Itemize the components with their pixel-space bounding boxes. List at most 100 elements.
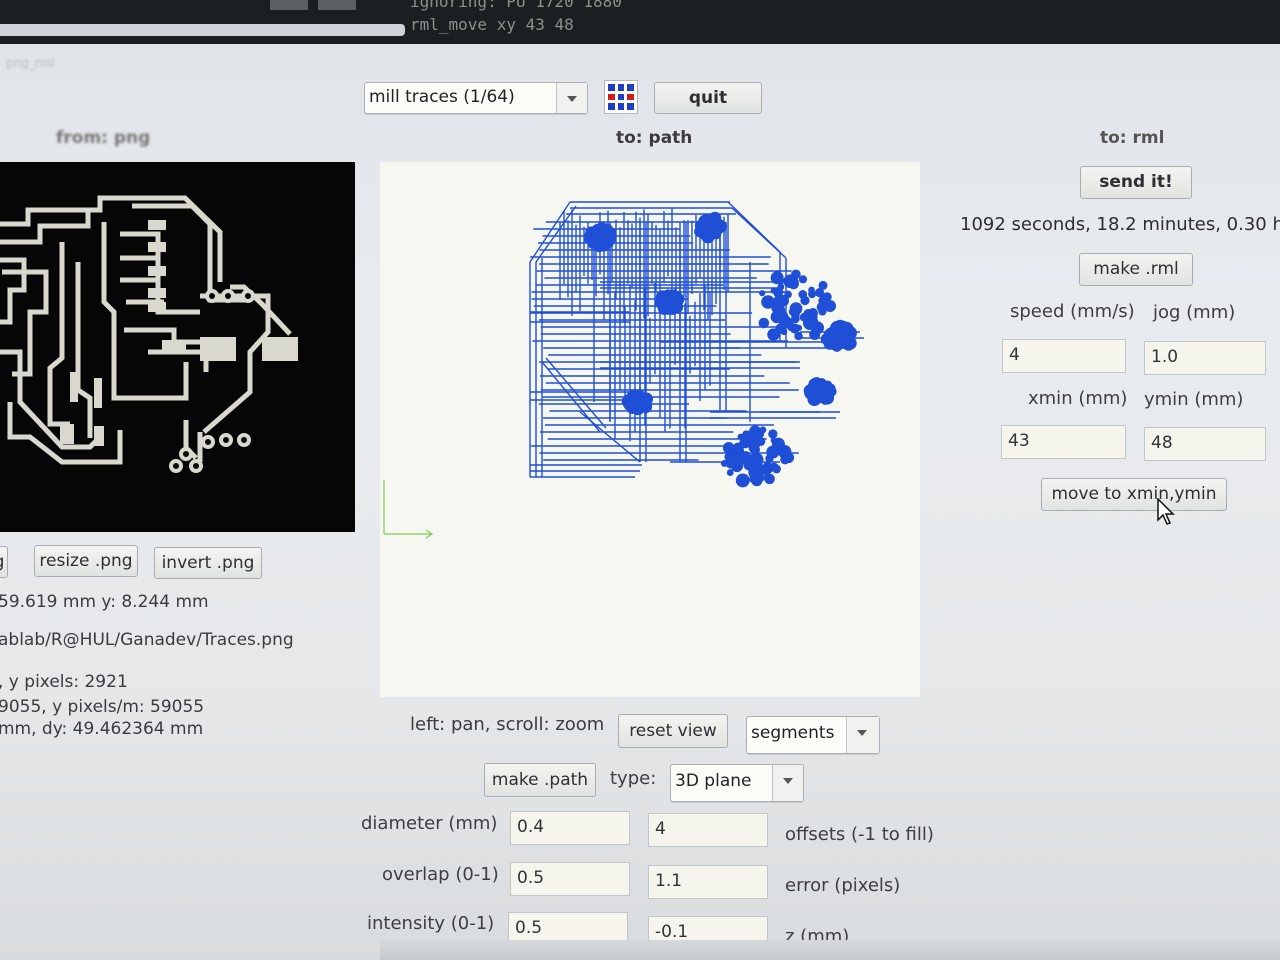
png-size-info: 59.619 mm y: 8.244 mm bbox=[0, 592, 209, 612]
move-to-xmin-ymin-button[interactable]: move to xmin,ymin bbox=[1041, 478, 1227, 511]
toolpath-preview[interactable] bbox=[380, 162, 920, 697]
toolpath-fill-dot bbox=[726, 469, 734, 476]
toolpath-fill-dot bbox=[752, 452, 761, 461]
toolpath-fill-dot bbox=[606, 234, 616, 243]
toolpath-segment bbox=[731, 207, 787, 259]
overlap-field[interactable]: 0.5 bbox=[510, 862, 630, 896]
chevron-down-icon[interactable] bbox=[772, 765, 803, 801]
offsets-field[interactable]: 4 bbox=[648, 813, 768, 847]
toolpath-fill-dot bbox=[772, 464, 781, 474]
png-delta-info: mm, dy: 49.462364 mm bbox=[0, 719, 204, 739]
invert-png-button[interactable]: invert .png bbox=[154, 547, 262, 579]
toolpath-fill-dot bbox=[766, 445, 780, 459]
type-select[interactable]: 3D plane bbox=[670, 764, 804, 802]
pcb-traces-image bbox=[0, 195, 298, 473]
window-title: png_rml bbox=[6, 56, 55, 70]
toolpath-fill-dot bbox=[808, 316, 815, 324]
terminal-strip: ignoring: PU 1720 1880 rml_move xy 43 48 bbox=[0, 0, 1280, 44]
error-label: error (pixels) bbox=[785, 875, 901, 896]
terminal-tab[interactable] bbox=[318, 0, 356, 10]
time-estimate: 1092 seconds, 18.2 minutes, 0.30 ho bbox=[960, 214, 1280, 235]
toolpath-fill-dot bbox=[780, 328, 788, 336]
toolpath-fill-dot bbox=[808, 290, 817, 299]
toolpath-fill-dot bbox=[773, 294, 785, 306]
resize-png-button[interactable]: resize .png bbox=[34, 545, 138, 577]
toolpath-fill-dot bbox=[819, 295, 827, 303]
type-label: type: bbox=[610, 768, 657, 789]
png-resolution-info: 9055, y pixels/m: 59055 bbox=[0, 697, 205, 717]
toolpath-fill-dot bbox=[791, 314, 800, 324]
error-field[interactable]: 1.1 bbox=[648, 865, 768, 899]
jog-field[interactable]: 1.0 bbox=[1144, 341, 1266, 375]
toolpath-fill-dot bbox=[740, 451, 751, 462]
toolpath-fill-dot bbox=[755, 460, 763, 468]
png-file-path: ablab/R@HUL/Ganadev/Traces.png bbox=[0, 630, 294, 650]
terminal-tab[interactable] bbox=[270, 0, 308, 10]
toolpath-fill-dot bbox=[782, 447, 791, 456]
toolpath-fill-dot bbox=[741, 433, 749, 441]
process-mode-value: mill traces (1/64) bbox=[369, 87, 515, 107]
toolpath-segment bbox=[535, 205, 577, 263]
from-heading: from: png bbox=[56, 128, 151, 148]
toolpath-fill-dot bbox=[759, 426, 767, 434]
toolpath-fill-dot bbox=[819, 384, 832, 397]
make-rml-button[interactable]: make .rml bbox=[1079, 253, 1193, 286]
bottom-bar bbox=[380, 940, 1280, 960]
toolpath-fill-dot bbox=[758, 317, 770, 329]
toolpath-fill-dot bbox=[697, 222, 705, 230]
to-rml-heading: to: rml bbox=[1100, 128, 1165, 148]
toolpath-fill-dot bbox=[823, 329, 835, 340]
toolpath-fill-dot bbox=[775, 287, 784, 297]
png-button-partial[interactable]: g bbox=[0, 546, 8, 578]
toolpath-fill-dot bbox=[770, 310, 784, 324]
offsets-label: offsets (-1 to fill) bbox=[785, 824, 934, 845]
toolpath-canvas bbox=[383, 201, 864, 539]
toolpath-fill-dot bbox=[823, 299, 836, 312]
toolpath-fill-dot bbox=[597, 225, 605, 233]
speed-field[interactable]: 4 bbox=[1002, 339, 1126, 373]
speed-label: speed (mm/s) bbox=[1010, 301, 1135, 322]
display-mode-value: segments bbox=[751, 723, 835, 743]
toolpath-fill-dot bbox=[837, 324, 846, 333]
toolpath-fill-dot bbox=[749, 425, 762, 438]
process-mode-select[interactable]: mill traces (1/64) bbox=[364, 82, 588, 114]
jog-label: jog (mm) bbox=[1153, 302, 1236, 323]
make-path-button[interactable]: make .path bbox=[484, 763, 596, 797]
view-hint: left: pan, scroll: zoom bbox=[410, 714, 605, 735]
toolpath-fill-dot bbox=[795, 324, 803, 332]
reset-view-button[interactable]: reset view bbox=[618, 714, 728, 748]
diameter-label: diameter (mm) bbox=[361, 813, 498, 834]
xmin-field[interactable]: 43 bbox=[1001, 425, 1126, 459]
toolpath-fill-dot bbox=[629, 392, 642, 405]
toolpath-fill-dot bbox=[791, 269, 801, 280]
intensity-label: intensity (0-1) bbox=[367, 913, 495, 934]
toolpath-fill-dot bbox=[663, 291, 672, 300]
display-mode-select[interactable]: segments bbox=[746, 716, 880, 754]
toolpath-fill-dot bbox=[818, 280, 828, 290]
mouse-cursor-icon bbox=[1157, 498, 1175, 525]
toolpath-fill-dot bbox=[673, 299, 681, 307]
toolpath-fill-dot bbox=[789, 302, 803, 315]
toolpath-fill-dot bbox=[778, 277, 785, 285]
toolpath-fill-dot bbox=[724, 453, 732, 461]
app-grid-icon[interactable] bbox=[604, 80, 638, 114]
toolpath-fill-dot bbox=[759, 290, 766, 297]
toolpath-fill-dot bbox=[751, 439, 761, 449]
send-button[interactable]: send it! bbox=[1080, 166, 1192, 199]
chevron-down-icon[interactable] bbox=[556, 83, 587, 113]
diameter-field[interactable]: 0.4 bbox=[510, 811, 630, 845]
terminal-line: rml_move xy 43 48 bbox=[410, 15, 574, 34]
to-path-heading: to: path bbox=[616, 128, 693, 148]
toolpath-fill-dot bbox=[799, 312, 809, 322]
toolpath-fill-dot bbox=[735, 473, 750, 488]
png-preview[interactable] bbox=[0, 162, 355, 532]
toolpath-fill-dot bbox=[761, 295, 775, 309]
toolpath-fill-dot bbox=[835, 342, 844, 351]
terminal-line: ignoring: PU 1720 1880 bbox=[410, 0, 622, 11]
toolpath-fill-dot bbox=[586, 226, 597, 236]
type-value: 3D plane bbox=[675, 771, 752, 791]
chevron-down-icon[interactable] bbox=[846, 717, 879, 753]
ymin-field[interactable]: 48 bbox=[1144, 427, 1266, 461]
quit-button[interactable]: quit bbox=[654, 82, 762, 114]
toolpath-fill-dot bbox=[809, 328, 821, 340]
